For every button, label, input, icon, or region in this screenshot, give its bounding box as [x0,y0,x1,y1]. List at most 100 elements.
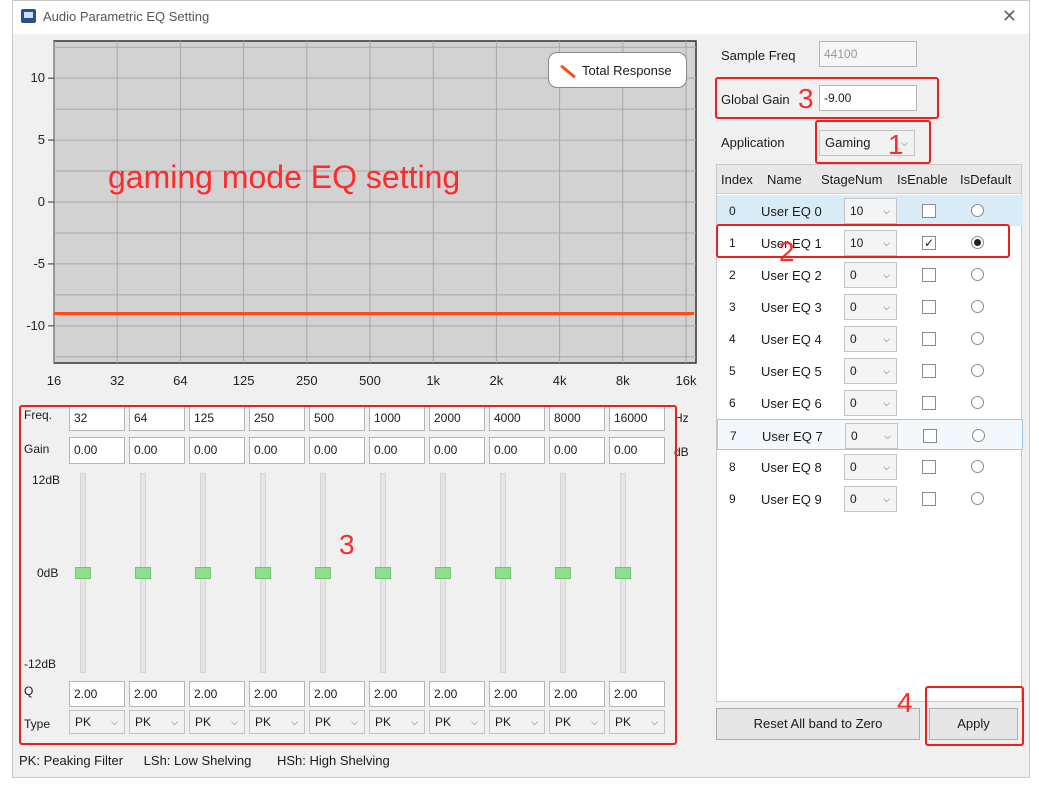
default-radio[interactable] [971,300,984,313]
default-radio[interactable] [971,268,984,281]
chevron-down-icon: ⌵ [883,270,890,280]
legend-note: PK: Peaking Filter LSh: Low Shelving HSh… [19,753,390,768]
header-isenable: IsEnable [897,172,948,187]
stage-value: 0 [850,460,857,474]
header-index: Index [721,172,753,187]
enable-checkbox[interactable] [923,429,937,443]
x-tick-label: 32 [110,373,124,388]
stage-value: 0 [850,268,857,282]
x-tick-label: 2k [490,373,504,388]
reset-all-button[interactable]: Reset All band to Zero [716,708,920,740]
stage-value: 0 [850,364,857,378]
enable-checkbox[interactable] [922,460,936,474]
row-name: User EQ 2 [761,268,822,283]
stage-select[interactable]: 0 ⌵ [844,390,897,416]
note-hsh: HSh: High Shelving [276,753,390,768]
row-name: User EQ 7 [762,429,823,444]
default-radio[interactable] [972,429,985,442]
enable-checkbox[interactable] [922,268,936,282]
row-index: 6 [729,396,736,410]
default-radio[interactable] [971,332,984,345]
stage-value: 0 [851,429,858,443]
default-radio[interactable] [971,492,984,505]
app-icon [21,9,36,23]
enable-checkbox[interactable] [922,300,936,314]
table-row[interactable]: 2 User EQ 2 0 ⌵ [717,259,1023,290]
x-tick-label: 8k [616,373,630,388]
row-index: 2 [729,268,736,282]
table-row[interactable]: 3 User EQ 3 0 ⌵ [717,291,1023,322]
chevron-down-icon: ⌵ [883,398,890,408]
stage-value: 0 [850,492,857,506]
row-index: 4 [729,332,736,346]
table-row[interactable]: 5 User EQ 5 0 ⌵ [717,355,1023,386]
chevron-down-icon: ⌵ [884,431,891,441]
stage-value: 0 [850,332,857,346]
x-tick-label: 16 [47,373,61,388]
stage-select[interactable]: 0 ⌵ [844,486,897,512]
annotation-box-apply [925,686,1024,746]
eq-dialog: Audio Parametric EQ Setting ✕ 16 32 64 125 2… [12,0,1030,778]
stage-select[interactable]: 0 ⌵ [844,358,897,384]
stage-select[interactable]: 0 ⌵ [844,262,897,288]
table-row[interactable]: 7 User EQ 7 0 ⌵ [717,419,1023,450]
row-name: User EQ 3 [761,300,822,315]
table-row[interactable]: 6 User EQ 6 0 ⌵ [717,387,1023,418]
y-tick-label: -5 [33,256,45,271]
stage-select[interactable]: 0 ⌵ [844,326,897,352]
stage-value: 10 [850,204,864,218]
default-radio[interactable] [971,460,984,473]
enable-checkbox[interactable] [922,364,936,378]
default-radio[interactable] [971,204,984,217]
stage-select[interactable]: 0 ⌵ [845,423,898,449]
note-pk: PK: Peaking Filter [19,753,124,768]
default-radio[interactable] [971,396,984,409]
enable-checkbox[interactable] [922,204,936,218]
x-tick-label: 500 [359,373,381,388]
header-stagenum: StageNum [821,172,883,187]
stage-select[interactable]: 10 ⌵ [844,198,897,224]
row-name: User EQ 8 [761,460,822,475]
y-tick-label: 0 [38,194,45,209]
default-radio[interactable] [971,364,984,377]
chevron-down-icon: ⌵ [883,302,890,312]
stage-value: 0 [850,300,857,314]
table-row[interactable]: 9 User EQ 9 0 ⌵ [717,483,1023,514]
x-tick-label: 125 [233,373,255,388]
annotation-gaming-text: gaming mode EQ setting [108,159,461,195]
row-name: User EQ 4 [761,332,822,347]
stage-select[interactable]: 0 ⌵ [844,294,897,320]
row-name: User EQ 9 [761,492,822,507]
title-bar: Audio Parametric EQ Setting ✕ [13,1,1029,34]
row-index: 3 [729,300,736,314]
chevron-down-icon: ⌵ [883,462,890,472]
chart-legend: Total Response [548,52,687,88]
annotation-4: 4 [897,687,913,718]
close-icon[interactable]: ✕ [1002,6,1017,27]
background-window-right [1030,0,1039,788]
chevron-down-icon: ⌵ [883,494,890,504]
table-row[interactable]: 0 User EQ 0 10 ⌵ [717,195,1023,226]
row-name: User EQ 6 [761,396,822,411]
application-label: Application [721,135,785,150]
table-row[interactable]: 8 User EQ 8 0 ⌵ [717,451,1023,482]
window-title: Audio Parametric EQ Setting [43,9,210,24]
table-row[interactable]: 4 User EQ 4 0 ⌵ [717,323,1023,354]
chevron-down-icon: ⌵ [883,334,890,344]
annotation-box-application [815,120,931,164]
enable-checkbox[interactable] [922,396,936,410]
stage-select[interactable]: 0 ⌵ [844,454,897,480]
background-window-bottom [0,778,1039,788]
chevron-down-icon: ⌵ [883,206,890,216]
row-name: User EQ 0 [761,204,822,219]
enable-checkbox[interactable] [922,492,936,506]
table-header: Index Name StageNum IsEnable IsDefault [717,165,1021,194]
y-tick-label: 10 [31,70,45,85]
header-name: Name [767,172,802,187]
enable-checkbox[interactable] [922,332,936,346]
sample-freq-label: Sample Freq [721,48,796,63]
x-tick-label: 1k [426,373,440,388]
row-index: 8 [729,460,736,474]
annotation-box-bands [19,405,677,745]
sample-freq-field[interactable]: 44100 [819,41,917,67]
